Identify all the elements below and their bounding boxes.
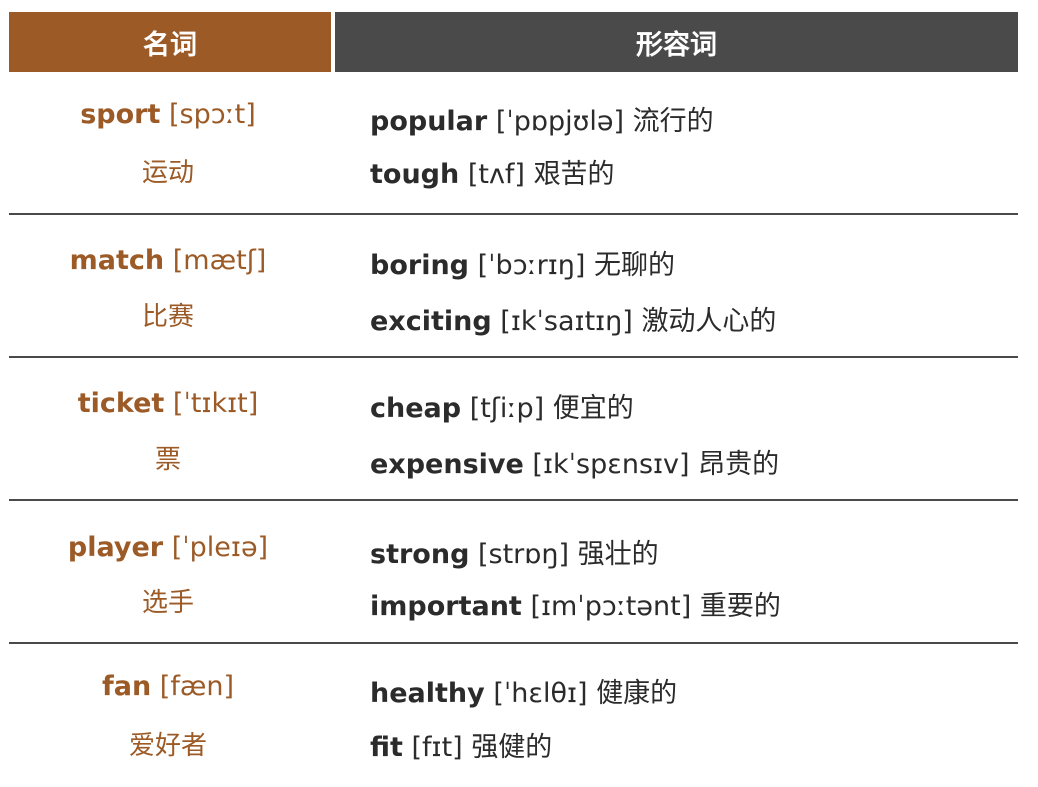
adjective-ipa: [fɪt] [411,732,463,763]
adjective-meaning: 激动人心的 [641,306,777,337]
table-header: 名词 形容词 [9,12,1018,72]
adjective-meaning: 强健的 [471,732,553,763]
adjective-word: healthy [370,678,485,709]
adjective-meaning: 昂贵的 [698,449,780,480]
noun-ipa: [ˈpleɪə] [171,532,269,563]
adjective-ipa: [ɪkˈsaɪtɪŋ] [500,306,633,337]
noun-cell: ticket [ˈtɪkɪt] 票 [9,358,327,499]
adjective-line: boring [ˈbɔːrɪŋ] 无聊的 [370,243,675,282]
adjective-word: fit [370,732,403,763]
noun-word: player [67,532,164,563]
adjective-cell: boring [ˈbɔːrɪŋ] 无聊的 exciting [ɪkˈsaɪtɪŋ… [370,215,1018,356]
adjective-word: expensive [370,449,524,480]
adjective-line: healthy [ˈhɛlθɪ] 健康的 [370,671,677,710]
noun-ipa: [ˈtɪkɪt] [172,388,259,419]
vocab-table: 名词 形容词 sport [spɔːt] 运动 popular [ˈpɒpjʊl… [9,12,1018,787]
noun-column-header: 名词 [9,12,331,72]
adjective-line: exciting [ɪkˈsaɪtɪŋ] 激动人心的 [370,299,776,338]
adjective-line: cheap [tʃiːp] 便宜的 [370,386,634,425]
adjective-meaning: 无聊的 [594,250,675,281]
adjective-word: cheap [370,393,462,424]
adjective-ipa: [strɒŋ] [478,539,570,570]
noun-ipa: [mætʃ] [172,245,267,276]
noun-cell: fan [fæn] 爱好者 [9,644,327,787]
adjective-meaning: 重要的 [699,591,781,622]
noun-ipa: [spɔːt] [168,99,256,130]
adjective-word: exciting [370,306,492,337]
noun-cell: match [mætʃ] 比赛 [9,215,327,356]
adjective-line: tough [tʌf] 艰苦的 [370,152,615,191]
adjective-column-header: 形容词 [335,12,1018,72]
adjective-line: expensive [ɪkˈspɛnsɪv] 昂贵的 [370,442,779,481]
noun-ipa: [fæn] [159,671,234,702]
adjective-cell: popular [ˈpɒpjʊlə] 流行的 tough [tʌf] 艰苦的 [370,72,1018,213]
adjective-meaning: 便宜的 [552,393,634,424]
adjective-line: strong [strɒŋ] 强壮的 [370,532,659,571]
adjective-ipa: [tʌf] [467,159,525,190]
noun-meaning: 爱好者 [128,731,207,761]
noun-word: ticket [77,388,165,419]
table-row: match [mætʃ] 比赛 boring [ˈbɔːrɪŋ] 无聊的 exc… [9,215,1018,358]
table-row: ticket [ˈtɪkɪt] 票 cheap [tʃiːp] 便宜的 expe… [9,358,1018,501]
noun-cell: sport [spɔːt] 运动 [9,72,327,213]
adjective-ipa: [ˈbɔːrɪŋ] [477,250,586,281]
adjective-meaning: 强壮的 [577,539,659,570]
adjective-word: boring [370,250,469,281]
noun-meaning: 比赛 [141,302,194,332]
adjective-cell: cheap [tʃiːp] 便宜的 expensive [ɪkˈspɛnsɪv]… [370,358,1018,499]
adjective-word: important [370,591,522,622]
adjective-word: strong [370,539,470,570]
noun-meaning: 选手 [141,588,194,618]
adjective-word: tough [370,159,460,190]
adjective-line: important [ɪmˈpɔːtənt] 重要的 [370,584,781,623]
noun-meaning: 运动 [141,158,194,188]
table-row: sport [spɔːt] 运动 popular [ˈpɒpjʊlə] 流行的 … [9,72,1018,215]
adjective-line: popular [ˈpɒpjʊlə] 流行的 [370,99,714,138]
adjective-cell: healthy [ˈhɛlθɪ] 健康的 fit [fɪt] 强健的 [370,644,1018,787]
adjective-line: fit [fɪt] 强健的 [370,725,552,764]
adjective-ipa: [tʃiːp] [469,393,545,424]
adjective-cell: strong [strɒŋ] 强壮的 important [ɪmˈpɔːtənt… [370,501,1018,642]
noun-meaning: 票 [154,445,181,475]
noun-word: fan [102,671,152,702]
adjective-ipa: [ɪkˈspɛnsɪv] [532,449,690,480]
adjective-meaning: 艰苦的 [533,159,615,190]
adjective-meaning: 流行的 [632,106,714,137]
adjective-ipa: [ˈpɒpjʊlə] [495,106,625,137]
noun-word: sport [80,99,161,130]
table-row: fan [fæn] 爱好者 healthy [ˈhɛlθɪ] 健康的 fit [… [9,644,1018,787]
adjective-meaning: 健康的 [596,678,678,709]
adjective-word: popular [370,106,488,137]
noun-cell: player [ˈpleɪə] 选手 [9,501,327,642]
adjective-ipa: [ˈhɛlθɪ] [493,678,588,709]
noun-word: match [69,245,165,276]
table-row: player [ˈpleɪə] 选手 strong [strɒŋ] 强壮的 im… [9,501,1018,644]
adjective-ipa: [ɪmˈpɔːtənt] [530,591,692,622]
